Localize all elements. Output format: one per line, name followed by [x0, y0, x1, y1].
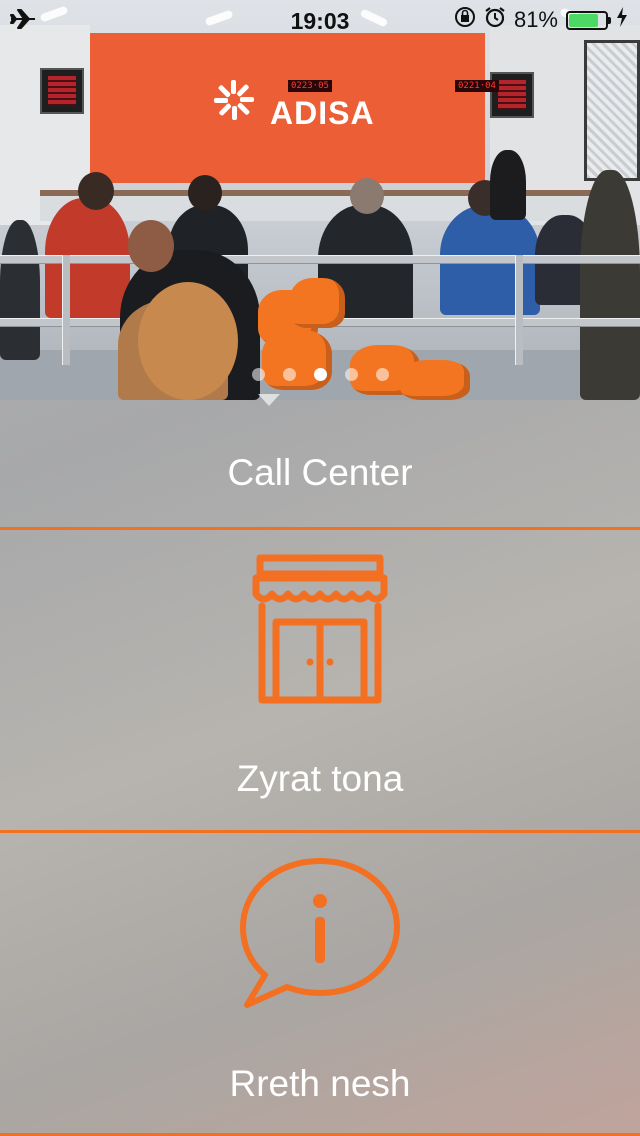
rail-post: [515, 255, 523, 365]
person-figure: [0, 220, 40, 360]
battery-icon: [566, 10, 611, 30]
counter-display-number: 0221·04: [455, 80, 499, 92]
battery-level-fill: [569, 13, 599, 27]
carousel-page-dot[interactable]: [344, 368, 358, 381]
carousel-page-dot[interactable]: [282, 368, 296, 381]
battery-percent: 81%: [513, 7, 558, 32]
menu-item-call-center[interactable]: Call Center: [0, 400, 640, 530]
storefront-icon: [0, 554, 640, 706]
charging-icon: [616, 6, 628, 34]
brand-mark-icon: [210, 80, 260, 138]
person-head: [138, 282, 238, 400]
hero-framed-map: [584, 40, 640, 181]
menu-item-offices[interactable]: Zyrat tona: [0, 530, 640, 833]
counter-display: [490, 72, 534, 118]
rotation-lock-icon: [454, 6, 476, 34]
person-head: [78, 172, 114, 210]
carousel-page-dots[interactable]: [0, 368, 640, 382]
status-bar: 19:03 81%: [0, 0, 640, 40]
menu-item-label: Call Center: [227, 452, 413, 493]
person-head: [350, 178, 384, 214]
alarm-icon: [484, 6, 506, 34]
counter-display: [40, 68, 84, 114]
waiting-chair: [290, 278, 345, 328]
person-head: [188, 175, 222, 211]
person-head: [128, 220, 174, 272]
brand-name: ADISA: [270, 94, 375, 131]
carousel-page-dot[interactable]: [313, 368, 327, 381]
person-figure: [490, 150, 526, 220]
app-screen: 0223·05 0221·04 ADISA 19:03 81% Call Cen…: [0, 0, 640, 1136]
carousel-page-dot[interactable]: [375, 368, 389, 381]
person-figure: [580, 170, 640, 400]
info-bubble-icon: [0, 855, 640, 1015]
hero-photo-carousel[interactable]: 0223·05 0221·04 ADISA: [0, 0, 640, 400]
menu-item-label: Zyrat tona: [236, 758, 404, 799]
menu-item-about-us[interactable]: Rreth nesh: [0, 833, 640, 1136]
rail-post: [62, 255, 70, 365]
menu-item-label: Rreth nesh: [229, 1063, 411, 1104]
brand-logo: ADISA: [210, 80, 375, 138]
guard-rail: [0, 255, 640, 264]
carousel-page-dot[interactable]: [251, 368, 265, 381]
